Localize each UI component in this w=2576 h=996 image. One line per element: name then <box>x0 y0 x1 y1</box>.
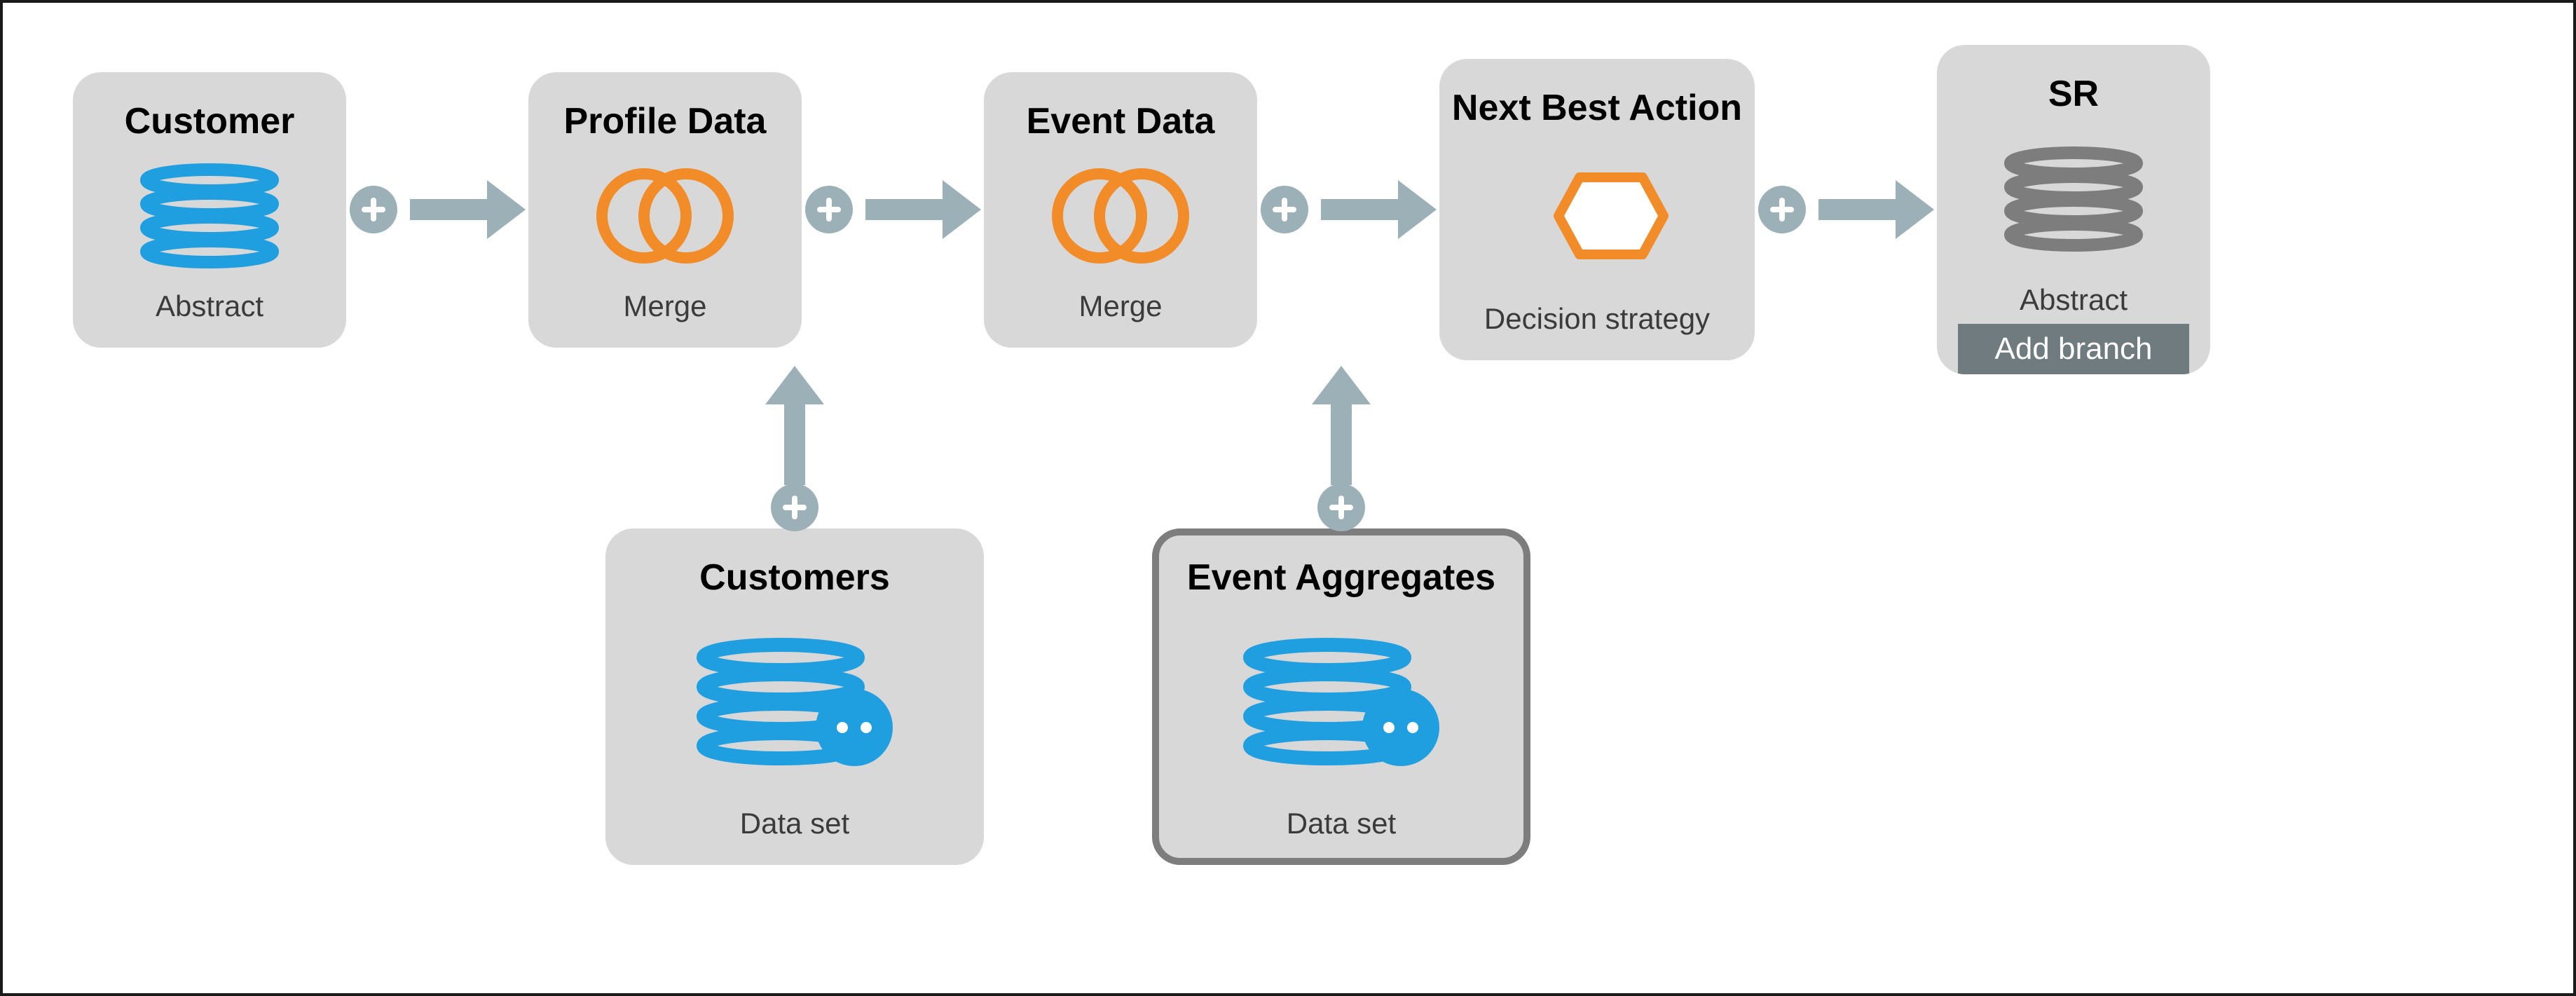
dataset-icon <box>690 620 900 786</box>
node-title: Customers <box>699 557 890 599</box>
flow-canvas: Customer Abstract Profile Data <box>0 0 2576 996</box>
node-title: SR <box>2048 73 2099 115</box>
node-title: Profile Data <box>564 100 767 142</box>
node-sr[interactable]: SR Abstract Add branch <box>1937 45 2210 374</box>
arrow-right-icon <box>865 180 981 239</box>
add-connection-icon[interactable] <box>350 186 397 233</box>
connector <box>802 180 984 239</box>
add-branch-button[interactable]: Add branch <box>1958 324 2189 374</box>
node-subtype: Abstract <box>2020 283 2128 317</box>
node-subtype: Merge <box>623 289 706 323</box>
flow-row-bottom: Customers Data set <box>605 528 2503 865</box>
node-customers[interactable]: Customers Data set <box>605 528 984 865</box>
add-connection-icon[interactable] <box>1758 186 1806 233</box>
node-event-aggregates[interactable]: Event Aggregates Data set <box>1152 528 1530 865</box>
dataset-icon <box>1236 620 1446 786</box>
venn-icon <box>1043 163 1198 268</box>
flow-row-top: Customer Abstract Profile Data <box>73 45 2503 374</box>
node-subtype: Abstract <box>156 289 263 323</box>
arrow-right-icon <box>410 180 526 239</box>
node-title: Event Aggregates <box>1187 557 1495 599</box>
node-title: Next Best Action <box>1452 87 1742 129</box>
node-event-data[interactable]: Event Data Merge <box>984 72 1257 348</box>
hexagon-icon <box>1520 150 1674 281</box>
stack-icon <box>2000 136 2147 262</box>
add-connection-icon[interactable] <box>771 484 818 531</box>
node-subtype: Data set <box>1287 807 1396 840</box>
add-connection-icon[interactable] <box>805 186 853 233</box>
node-title: Event Data <box>1027 100 1215 142</box>
connector <box>1257 180 1439 239</box>
node-next-best-action[interactable]: Next Best Action Decision strategy <box>1439 59 1755 360</box>
connector <box>346 180 528 239</box>
node-subtype: Decision strategy <box>1484 302 1710 336</box>
node-subtype: Data set <box>740 807 849 840</box>
arrow-right-icon <box>1818 180 1934 239</box>
arrow-up-icon <box>765 366 824 404</box>
node-profile-data[interactable]: Profile Data Merge <box>528 72 802 348</box>
stack-icon <box>136 163 283 268</box>
arrow-up <box>765 366 824 531</box>
add-connection-icon[interactable] <box>1261 186 1308 233</box>
arrow-up <box>1312 366 1371 531</box>
node-subtype: Merge <box>1078 289 1162 323</box>
add-connection-icon[interactable] <box>1317 484 1365 531</box>
venn-icon <box>588 163 742 268</box>
arrow-right-icon <box>1321 180 1437 239</box>
arrow-up-icon <box>1312 366 1371 404</box>
node-title: Customer <box>125 100 295 142</box>
node-customer[interactable]: Customer Abstract <box>73 72 346 348</box>
connector <box>1755 180 1937 239</box>
